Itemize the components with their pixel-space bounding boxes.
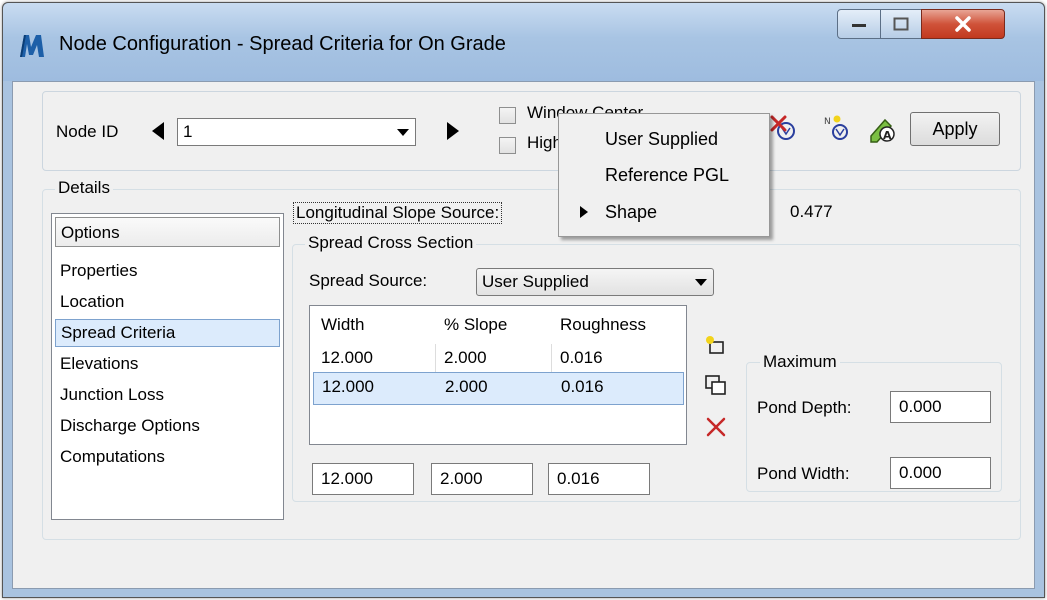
highlight-checkbox[interactable] <box>499 137 516 154</box>
delete-row-icon[interactable] <box>704 415 728 439</box>
minimize-button[interactable] <box>837 9 881 39</box>
width-input[interactable]: 12.000 <box>312 463 414 495</box>
cross-section-table[interactable]: Width % Slope Roughness 12.000 2.000 0.0… <box>309 305 687 445</box>
edit-node-icon[interactable]: A <box>867 114 897 144</box>
node-configuration-window: Node Configuration - Spread Criteria for… <box>2 2 1045 598</box>
maximize-icon <box>893 17 909 31</box>
details-group-label: Details <box>55 178 113 198</box>
slope-input[interactable]: 2.000 <box>431 463 533 495</box>
longitudinal-slope-source-dropdown[interactable]: Longitudinal Slope Source: <box>293 202 503 224</box>
pond-width-input[interactable]: 0.000 <box>890 457 991 489</box>
maximum-group-label: Maximum <box>760 352 840 372</box>
new-node-icon[interactable]: N <box>823 114 853 144</box>
window-center-checkbox[interactable] <box>499 107 516 124</box>
spread-source-select[interactable]: User Supplied <box>476 268 714 296</box>
copy-row-icon[interactable] <box>704 374 728 398</box>
spread-source-value: User Supplied <box>482 272 589 291</box>
chevron-down-icon <box>695 279 707 286</box>
list-item-spread-criteria[interactable]: Spread Criteria <box>55 319 280 347</box>
title-bar[interactable]: Node Configuration - Spread Criteria for… <box>3 3 1044 81</box>
list-item-properties[interactable]: Properties <box>55 258 280 286</box>
add-row-icon[interactable] <box>704 334 728 358</box>
table-row[interactable]: 12.000 2.000 0.016 <box>313 372 684 405</box>
list-item-junction-loss[interactable]: Junction Loss <box>55 382 280 410</box>
cell-roughness[interactable]: 0.016 <box>552 344 603 373</box>
menu-item-reference-pgl[interactable]: Reference PGL <box>605 165 729 186</box>
delete-node-icon[interactable] <box>769 114 799 144</box>
column-header-roughness[interactable]: Roughness <box>552 311 646 340</box>
list-item-discharge-options[interactable]: Discharge Options <box>55 413 280 441</box>
list-item-elevations[interactable]: Elevations <box>55 351 280 379</box>
pond-depth-label: Pond Depth: <box>757 398 852 417</box>
close-button[interactable] <box>921 9 1005 39</box>
menu-item-user-supplied[interactable]: User Supplied <box>605 129 718 150</box>
node-id-label: Node ID <box>56 122 119 141</box>
next-arrow-icon[interactable] <box>445 120 461 142</box>
apply-button[interactable]: Apply <box>910 112 1000 146</box>
chevron-down-icon <box>397 129 409 136</box>
options-list[interactable]: Options Properties Location Spread Crite… <box>51 213 284 520</box>
spread-cross-section-label: Spread Cross Section <box>305 233 477 253</box>
svg-text:N: N <box>824 117 831 127</box>
menu-item-shape[interactable]: Shape <box>605 202 657 223</box>
cell-slope[interactable]: 2.000 <box>436 344 552 373</box>
column-header-slope[interactable]: % Slope <box>436 311 507 340</box>
cell-width[interactable]: 12.000 <box>313 344 436 373</box>
longitudinal-slope-source-menu: User Supplied Reference PGL Shape <box>558 113 770 237</box>
pond-depth-input[interactable]: 0.000 <box>890 391 991 423</box>
node-id-select[interactable]: 1 <box>177 118 416 146</box>
highlight-label: High <box>527 133 562 152</box>
table-row[interactable]: 12.000 2.000 0.016 <box>313 344 684 374</box>
dialog-client-area: Node ID 1 Window Center High N <box>12 81 1035 589</box>
cell-width[interactable]: 12.000 <box>314 373 374 402</box>
app-icon <box>20 35 44 57</box>
cell-roughness[interactable]: 0.016 <box>553 373 604 402</box>
spread-source-label: Spread Source: <box>309 271 428 290</box>
maximize-button[interactable] <box>880 9 922 39</box>
minimize-icon <box>852 24 866 27</box>
list-item-computations[interactable]: Computations <box>55 444 280 472</box>
checked-arrow-icon <box>580 206 588 218</box>
svg-text:A: A <box>883 129 892 142</box>
close-icon <box>955 16 971 32</box>
roughness-input[interactable]: 0.016 <box>548 463 650 495</box>
longitudinal-slope-value: 0.477 <box>790 202 833 221</box>
previous-arrow-icon[interactable] <box>150 120 166 142</box>
node-id-value: 1 <box>183 122 193 141</box>
options-list-header[interactable]: Options <box>55 217 280 247</box>
window-title: Node Configuration - Spread Criteria for… <box>59 33 506 55</box>
pond-width-label: Pond Width: <box>757 464 850 483</box>
cell-slope[interactable]: 2.000 <box>437 373 488 402</box>
list-item-location[interactable]: Location <box>55 289 280 317</box>
column-header-width[interactable]: Width <box>313 311 364 340</box>
